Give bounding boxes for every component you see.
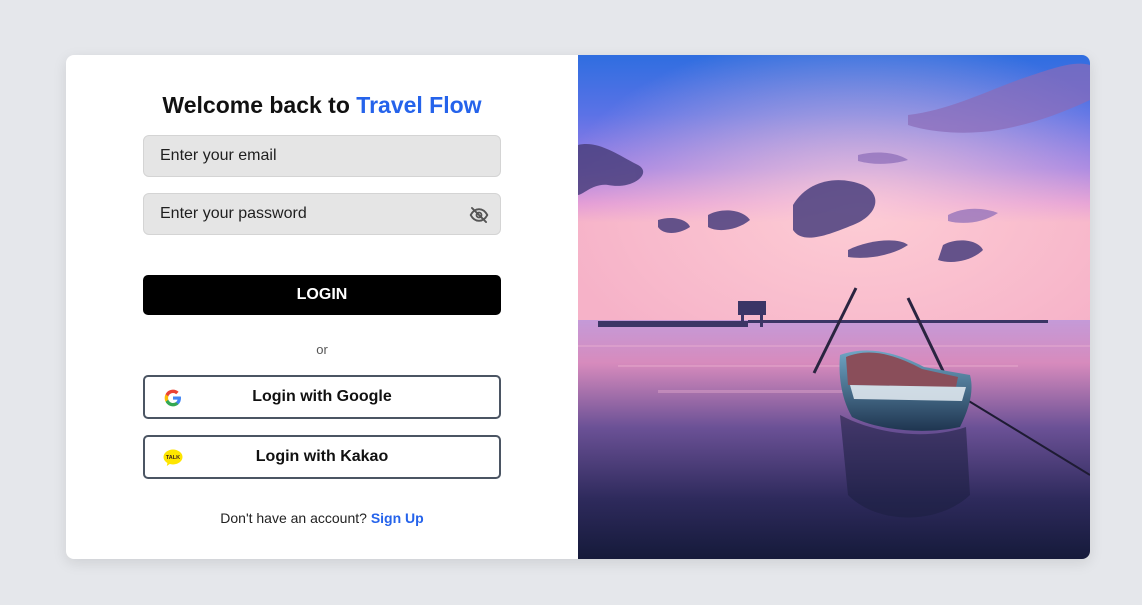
signup-link[interactable]: Sign Up: [371, 510, 424, 526]
kakao-login-label: Login with Kakao: [255, 448, 389, 465]
signup-row: Don't have an account? Sign Up: [143, 510, 501, 526]
google-logo-icon: [163, 388, 183, 408]
hero-image: [578, 55, 1090, 559]
kakao-login-button[interactable]: TALK Login with Kakao: [143, 435, 501, 479]
kakao-badge-text: TALK: [166, 455, 180, 461]
email-field[interactable]: [160, 147, 484, 165]
login-panel: Welcome back to Travel Flow LOGIN or: [66, 55, 578, 559]
password-field[interactable]: [160, 205, 484, 223]
brand-name: Travel Flow: [356, 92, 482, 118]
login-button[interactable]: LOGIN: [143, 275, 501, 315]
eye-off-icon[interactable]: [469, 205, 489, 225]
google-login-button[interactable]: Login with Google: [143, 375, 501, 419]
page-title: Welcome back to Travel Flow: [143, 92, 501, 120]
login-form: Welcome back to Travel Flow LOGIN or: [143, 55, 501, 526]
google-login-label: Login with Google: [252, 388, 392, 405]
kakao-talk-icon: TALK: [163, 448, 183, 468]
or-divider: or: [316, 342, 328, 357]
signup-prompt: Don't have an account?: [220, 510, 367, 526]
login-card: Welcome back to Travel Flow LOGIN or: [66, 55, 1090, 559]
heading-prefix: Welcome back to: [162, 92, 350, 118]
email-field-container: [143, 135, 501, 177]
password-field-container: [143, 193, 501, 235]
